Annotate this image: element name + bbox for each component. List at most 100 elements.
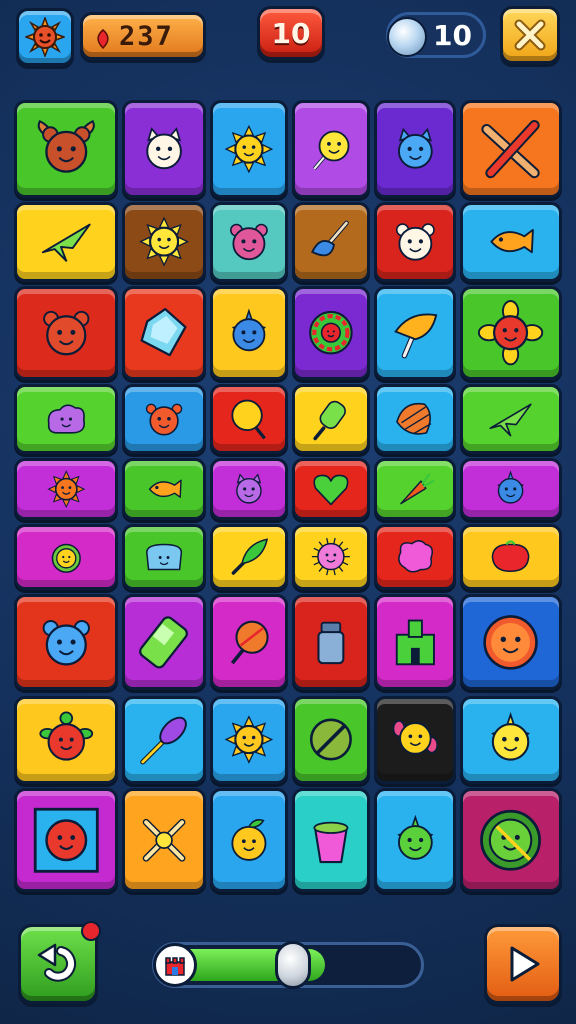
board-tile[interactable] <box>374 696 456 784</box>
lollipop-face-icon <box>313 130 350 170</box>
avatar-button[interactable] <box>16 8 74 66</box>
board-tile[interactable] <box>14 458 118 520</box>
board-tile[interactable] <box>292 100 370 198</box>
shell-icon <box>395 402 432 435</box>
board-tile[interactable] <box>122 286 206 380</box>
orange-lollipop-icon <box>230 620 269 664</box>
board-tile[interactable] <box>210 696 288 784</box>
board-tile[interactable] <box>460 202 562 282</box>
board-tile[interactable] <box>210 100 288 198</box>
pink-splat-icon <box>397 540 433 573</box>
progress-slider-knob[interactable] <box>275 941 311 989</box>
board-tile[interactable] <box>374 100 456 198</box>
board-tile[interactable] <box>292 696 370 784</box>
board-tile[interactable] <box>210 384 288 454</box>
board-tile[interactable] <box>210 594 288 690</box>
board-tile[interactable] <box>210 202 288 282</box>
blue-fish-icon <box>231 308 267 352</box>
board-tile[interactable] <box>292 788 370 892</box>
board-tile[interactable] <box>14 788 118 892</box>
undo-button[interactable] <box>18 921 101 1004</box>
board-tile[interactable] <box>374 594 456 690</box>
board-tile[interactable] <box>374 384 456 454</box>
board-tile[interactable] <box>460 524 562 590</box>
board-tile[interactable] <box>460 100 562 198</box>
green-star-icon <box>41 224 91 263</box>
board-tile[interactable] <box>122 202 206 282</box>
yellow-sun-icon <box>224 715 274 765</box>
blue-fish-icon <box>497 470 525 504</box>
pink-cup-icon <box>313 821 349 863</box>
play-button[interactable] <box>484 924 562 1004</box>
red-flower-icon <box>478 300 544 366</box>
board-tile[interactable] <box>122 384 206 454</box>
notification-dot <box>81 921 101 941</box>
red-gem-icon <box>97 29 109 49</box>
board-tile[interactable] <box>460 594 562 690</box>
board-tile[interactable] <box>122 696 206 784</box>
board-tile[interactable] <box>374 788 456 892</box>
top-hud: 237 10 10 <box>0 0 576 80</box>
close-button[interactable] <box>500 6 560 64</box>
white-dog-icon <box>395 223 435 262</box>
red-turtle-icon <box>39 711 93 762</box>
crossed-sticks-icon <box>481 119 541 179</box>
board-tile[interactable] <box>122 458 206 520</box>
board-tile[interactable] <box>292 286 370 380</box>
board-tile[interactable] <box>292 202 370 282</box>
board-tile[interactable] <box>122 788 206 892</box>
orange-fruit-icon <box>231 818 267 861</box>
purple-spoon-icon <box>140 717 187 765</box>
game-board <box>14 100 562 892</box>
board-tile[interactable] <box>292 524 370 590</box>
no-sign-icon <box>310 719 352 761</box>
board-tile[interactable] <box>14 100 118 198</box>
sun-face-icon <box>25 17 65 57</box>
level-progress-bar <box>152 941 424 989</box>
board-tile[interactable] <box>374 202 456 282</box>
moves-counter: 10 <box>386 12 486 58</box>
board-tile[interactable] <box>14 384 118 454</box>
coin-count: 237 <box>119 21 174 52</box>
board-tile[interactable] <box>14 286 118 380</box>
board-tile[interactable] <box>122 524 206 590</box>
white-cat-icon <box>146 127 182 170</box>
moves-count: 10 <box>433 19 472 52</box>
board-tile[interactable] <box>122 100 206 198</box>
board-tile[interactable] <box>374 286 456 380</box>
board-tile[interactable] <box>210 524 288 590</box>
purple-cat-icon <box>236 473 262 504</box>
framed-face-icon <box>33 807 99 873</box>
board-tile[interactable] <box>14 202 118 282</box>
board-tile[interactable] <box>292 594 370 690</box>
winged-creature-icon <box>37 119 95 173</box>
board-tile[interactable] <box>292 458 370 520</box>
play-triangle-icon <box>510 946 540 982</box>
board-tile[interactable] <box>460 286 562 380</box>
crystal-orb-icon <box>387 17 427 57</box>
board-tile[interactable] <box>210 788 288 892</box>
carrot-icon <box>399 473 434 505</box>
board-tile[interactable] <box>460 696 562 784</box>
board-tile[interactable] <box>14 696 118 784</box>
board-tile[interactable] <box>210 458 288 520</box>
yellow-spiky-icon <box>491 712 531 762</box>
battery-icon <box>138 615 188 669</box>
board-tile[interactable] <box>460 458 562 520</box>
board-tile[interactable] <box>374 524 456 590</box>
board-tile[interactable] <box>460 788 562 892</box>
blue-bear-icon <box>42 619 90 666</box>
board-tile[interactable] <box>210 286 288 380</box>
pink-spiky-icon <box>311 538 350 576</box>
board-tile[interactable] <box>460 384 562 454</box>
crystal-gem-icon <box>140 308 187 357</box>
board-tile[interactable] <box>292 384 370 454</box>
board-tile[interactable] <box>122 594 206 690</box>
orange-fish-icon <box>490 229 535 254</box>
board-tile[interactable] <box>374 458 456 520</box>
undo-arrow-icon <box>37 943 77 982</box>
board-tile[interactable] <box>14 594 118 690</box>
ice-cream-icon <box>393 313 437 359</box>
board-tile[interactable] <box>14 524 118 590</box>
blue-cat-icon <box>397 127 433 169</box>
